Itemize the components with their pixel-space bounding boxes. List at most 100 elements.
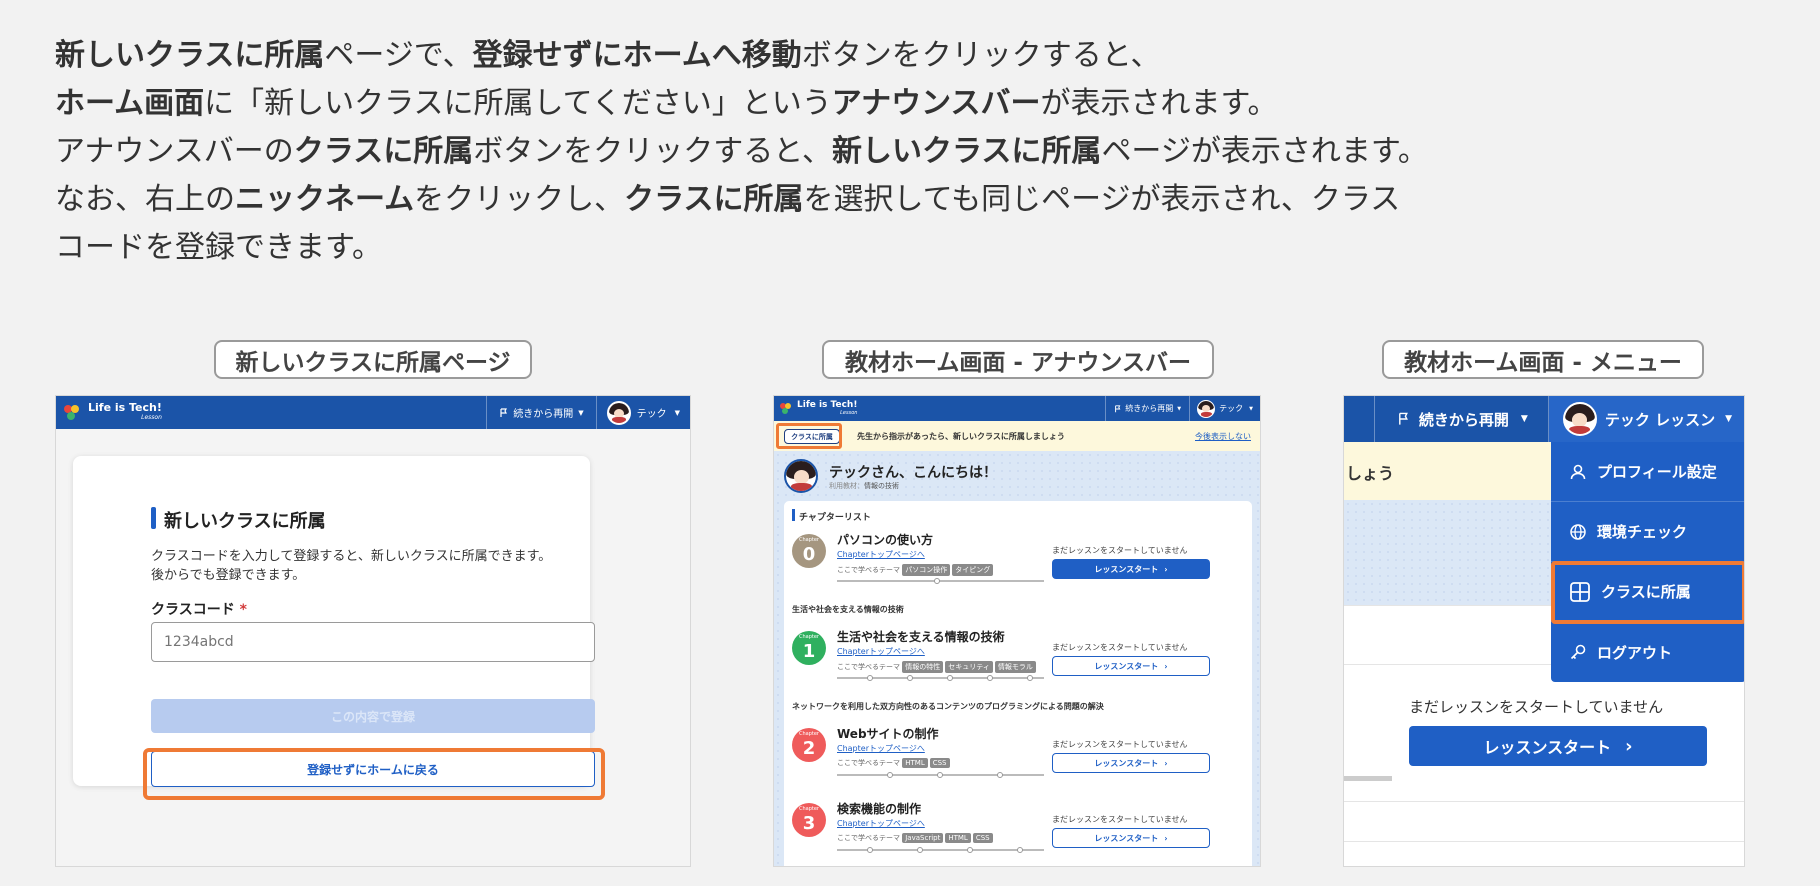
- menu-item-logout[interactable]: ログアウト: [1551, 622, 1744, 682]
- submit-button[interactable]: この内容で登録: [151, 699, 595, 733]
- section-accent: [792, 509, 795, 521]
- user-nickname: テック: [636, 409, 667, 420]
- lesson-start-button[interactable]: レッスンスタート ›: [1052, 828, 1210, 848]
- lesson-start-button[interactable]: レッスンスタート ›: [1052, 753, 1210, 773]
- intro-text-part: をクリックし、: [414, 182, 625, 217]
- divider: [1344, 801, 1744, 802]
- intro-text-part: ボタンをクリックすると、: [473, 134, 833, 169]
- logo[interactable]: Life is Tech! Lesson: [88, 400, 162, 423]
- chapter-title[interactable]: パソコンの使い方: [837, 531, 933, 548]
- resume-button[interactable]: 続きから再開 ▼: [1375, 396, 1548, 442]
- intro-line-5: コードを登録できます。: [55, 230, 382, 265]
- chapter-word: Chapter: [799, 731, 819, 737]
- lesson-start-label: レッスンスタート: [1483, 738, 1612, 757]
- intro-text-part: アナウンスバーの: [55, 134, 294, 169]
- intro-text-part: ページで、: [324, 38, 473, 73]
- chapter-number-badge: Chapter 2: [792, 728, 826, 762]
- logo-icon: [64, 404, 80, 421]
- not-started-text: まだレッスンをスタートしていません: [1052, 815, 1188, 824]
- panel-menu: しょう まだレッスンをスタートしていません レッスンスタート › 続きから再開 ▼…: [1343, 395, 1745, 867]
- user-menu-button[interactable]: テック ▼: [1190, 396, 1260, 421]
- progress-track-fragment: [1344, 776, 1392, 781]
- chevron-down-icon: ▼: [674, 408, 680, 417]
- chapter-word: Chapter: [799, 537, 819, 543]
- app-header: 続きから再開 ▼ テック レッスン ▼: [1344, 396, 1744, 442]
- menu-item-label: プロフィール設定: [1597, 463, 1717, 481]
- resume-button[interactable]: 続きから再開 ▼: [1106, 396, 1189, 421]
- chapter-number: 2: [802, 738, 816, 759]
- lesson-start-button[interactable]: レッスンスタート ›: [1409, 726, 1707, 766]
- lesson-start-label: レッスンスタート: [1094, 661, 1159, 671]
- logo-text: Life is Tech!: [797, 399, 858, 410]
- theme-label: ここで学べるテーマ: [837, 663, 900, 671]
- join-class-card: 新しいクラスに所属 クラスコードを入力して登録すると、新しいクラスに所属できます…: [73, 456, 595, 787]
- chevron-right-icon: ›: [1164, 758, 1168, 768]
- theme-tag: CSS: [972, 833, 993, 843]
- logo-text: Life is Tech!: [88, 400, 162, 414]
- lesson-start-button[interactable]: レッスンスタート ›: [1052, 656, 1210, 676]
- chapter-number: 3: [802, 813, 816, 834]
- chapter-top-link[interactable]: Chapterトップページへ: [837, 818, 925, 829]
- avatar: [1197, 399, 1216, 418]
- flag-icon: [500, 407, 508, 417]
- avatar: [784, 459, 818, 493]
- chapter-themes: ここで学べるテーマ パソコン操作 タイピング: [837, 564, 995, 576]
- user-menu-button[interactable]: テック レッスン ▼: [1548, 396, 1744, 442]
- chapter-top-link[interactable]: Chapterトップページへ: [837, 549, 925, 560]
- avatar: [1562, 402, 1597, 436]
- description-line: 後からでも登録できます。: [151, 568, 306, 583]
- chapter-number: 1: [802, 641, 816, 662]
- intro-line-2: ホーム画面に「新しいクラスに所属してください」というアナウンスバーが表示されます…: [55, 80, 1515, 128]
- theme-tag: CSS: [929, 758, 950, 768]
- theme-tag: パソコン操作: [902, 564, 951, 576]
- chapter-title[interactable]: 検索機能の制作: [837, 800, 921, 817]
- class-code-label-text: クラスコード: [151, 602, 235, 618]
- chapter-number-badge: Chapter 3: [792, 803, 826, 837]
- caption-announce-bar: 教材ホーム画面 - アナウンスバー: [822, 340, 1214, 379]
- chapter-number-badge: Chapter 1: [792, 631, 826, 665]
- chapter-title[interactable]: 生活や社会を支える情報の技術: [837, 628, 1005, 645]
- theme-label: ここで学べるテーマ: [837, 759, 900, 767]
- section-heading: ネットワークを利用した双方向性のあるコンテンツのプログラミングによる問題の解決: [792, 702, 1104, 711]
- chapter-list-title: チャプターリスト: [799, 513, 871, 523]
- theme-tag: タイピング: [952, 564, 994, 576]
- chevron-right-icon: ›: [1164, 833, 1168, 843]
- chevron-down-icon: ▼: [1177, 405, 1182, 412]
- user-menu-button[interactable]: テック ▼: [597, 396, 690, 429]
- intro-text: 新しいクラスに所属ページで、登録せずにホームへ移動ボタンをクリックすると、 ホー…: [55, 32, 1515, 272]
- chapter-top-link[interactable]: Chapterトップページへ: [837, 743, 925, 754]
- theme-tag: HTML: [902, 758, 928, 768]
- progress-track: [837, 772, 1044, 778]
- chapter-themes: ここで学べるテーマ JavaScript HTML CSS: [837, 833, 995, 843]
- intro-bold: ニックネーム: [235, 182, 415, 217]
- page-title: 新しいクラスに所属: [164, 511, 326, 532]
- intro-text-part: を選択しても同じページが表示され、クラス: [803, 182, 1401, 217]
- chevron-right-icon: ›: [1164, 661, 1168, 671]
- theme-tag: JavaScript: [902, 833, 944, 843]
- theme-tag: HTML: [945, 833, 971, 843]
- resume-label: 続きから再開: [1125, 404, 1174, 413]
- resume-label: 続きから再開: [1418, 410, 1509, 429]
- menu-item-profile[interactable]: プロフィール設定: [1551, 442, 1744, 502]
- flag-icon: [1115, 404, 1121, 412]
- chapter-title[interactable]: Webサイトの制作: [837, 725, 939, 742]
- globe-icon: [1570, 523, 1586, 540]
- key-icon: [1570, 644, 1586, 660]
- not-started-text: まだレッスンをスタートしていません: [1052, 546, 1188, 555]
- page-description: クラスコードを入力して登録すると、新しいクラスに所属できます。 後からでも登録で…: [151, 547, 551, 585]
- divider: [1344, 841, 1744, 842]
- menu-item-environment-check[interactable]: 環境チェック: [1551, 502, 1744, 562]
- progress-track: [837, 675, 1044, 681]
- class-code-input[interactable]: [151, 622, 595, 662]
- theme-tag: 情報の特性: [902, 661, 944, 673]
- resume-button[interactable]: 続きから再開 ▼: [487, 396, 595, 429]
- chapter-top-link[interactable]: Chapterトップページへ: [837, 646, 925, 657]
- announce-hide-link[interactable]: 今後表示しない: [1195, 431, 1251, 442]
- logo[interactable]: Life is Tech! Lesson: [797, 399, 858, 417]
- lesson-start-button[interactable]: レッスンスタート ›: [1052, 559, 1210, 579]
- user-nickname: テック: [1219, 404, 1244, 413]
- chevron-down-icon: ▼: [578, 408, 584, 417]
- chapter-themes: ここで学べるテーマ 情報の特性 セキュリティ 情報モラル: [837, 661, 1038, 673]
- logo-subtext: Lesson: [141, 413, 162, 421]
- logo-icon: [780, 402, 792, 415]
